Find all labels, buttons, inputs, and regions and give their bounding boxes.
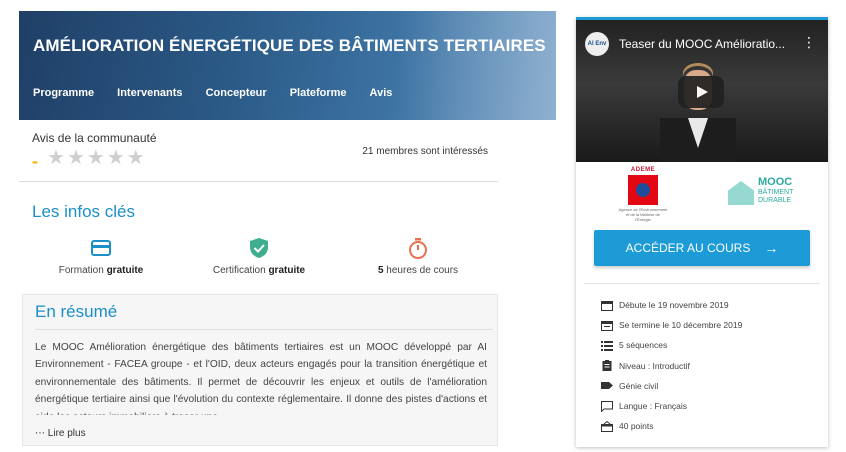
fact-language: Langue : Français — [601, 396, 742, 416]
summary-title: En résumé — [35, 302, 118, 321]
video-title[interactable]: Teaser du MOOC Amélioratio... — [619, 37, 785, 51]
nav-concepteur[interactable]: Concepteur — [206, 87, 267, 99]
ademe-name: ADEME — [630, 167, 656, 173]
speech-bubble-icon — [601, 400, 613, 412]
course-facts-list: Débute le 19 novembre 2019 Se termine le… — [601, 295, 742, 436]
info-free-training: Formation gratuite — [26, 237, 176, 276]
ademe-tagline: Agence de l'Environnement et de la Maîtr… — [618, 207, 668, 222]
community-label: Avis de la communauté — [32, 131, 157, 145]
fact-text: 40 points — [619, 421, 654, 432]
summary-text: Le MOOC Amélioration énergétique des bât… — [35, 342, 487, 415]
star-icon[interactable]: ★ — [107, 148, 125, 168]
fact-end-date: Se termine le 10 décembre 2019 — [601, 315, 742, 335]
partner-logos: ADEME Agence de l'Environnement et de la… — [576, 165, 828, 225]
rating-stars[interactable]: ★ ★ ★ ★ ★ — [47, 148, 145, 168]
more-vert-icon[interactable]: ⋮ — [802, 34, 816, 51]
star-icon[interactable]: ★ — [127, 148, 145, 168]
ademe-logo: ADEME Agence de l'Environnement et de la… — [618, 167, 668, 222]
channel-avatar[interactable]: AI Env — [585, 32, 609, 56]
fact-points: 40 points — [601, 416, 742, 436]
nav-avis[interactable]: Avis — [370, 87, 393, 99]
info-bold: gratuite — [268, 265, 306, 276]
mooc-logo-line1: MOOC — [758, 176, 793, 188]
info-bold: gratuite — [106, 265, 144, 276]
info-text: heures de cours — [383, 265, 459, 276]
shield-check-icon — [250, 238, 268, 258]
tag-icon — [601, 382, 613, 390]
stopwatch-icon — [409, 238, 427, 259]
ellipsis-icon: ⋯ — [35, 428, 48, 439]
rating-dash: - — [32, 151, 38, 171]
arrow-right-icon: → — [764, 240, 779, 256]
fact-text: 5 séquences — [619, 340, 668, 351]
fact-text: Langue : Français — [619, 401, 688, 412]
summary-panel: En résumé Le MOOC Amélioration énergétiq… — [22, 294, 498, 446]
video-player[interactable]: AI Env Teaser du MOOC Amélioratio... ⋮ — [576, 20, 828, 162]
calendar-end-icon — [601, 320, 613, 331]
fact-text: Génie civil — [619, 380, 659, 391]
read-more-label: Lire plus — [47, 428, 86, 439]
course-title: AMÉLIORATION ÉNERGÉTIQUE DES BÂTIMENTS T… — [33, 36, 546, 55]
star-icon[interactable]: ★ — [67, 148, 85, 168]
community-rating: Avis de la communauté - ★ ★ ★ ★ ★ 21 mem… — [19, 120, 498, 182]
list-icon — [601, 340, 613, 351]
summary-divider — [35, 329, 493, 330]
interested-count: 21 membres sont intéressés — [362, 146, 488, 157]
star-icon[interactable]: ★ — [87, 148, 105, 168]
side-divider — [584, 283, 820, 284]
key-info-title: Les infos clés — [32, 202, 135, 221]
access-course-label: ACCÉDER AU COURS — [625, 241, 751, 255]
course-hero-banner: AMÉLIORATION ÉNERGÉTIQUE DES BÂTIMENTS T… — [19, 11, 556, 120]
fact-text: Débute le 19 novembre 2019 — [619, 300, 729, 311]
points-icon — [601, 420, 613, 432]
nav-intervenants[interactable]: Intervenants — [117, 87, 182, 99]
ademe-emblem-icon — [628, 175, 658, 205]
calendar-icon — [601, 300, 613, 311]
fact-start-date: Débute le 19 novembre 2019 — [601, 295, 742, 315]
fact-text: Niveau : Introductif — [619, 360, 690, 371]
credit-card-icon — [91, 240, 111, 256]
fact-level: Niveau : Introductif — [601, 356, 742, 376]
info-free-certification: Certification gratuite — [184, 237, 334, 276]
mooc-logo-line2: BÂTIMENT DURABLE — [758, 189, 794, 204]
info-text: Certification — [212, 265, 269, 276]
nav-plateforme[interactable]: Plateforme — [290, 87, 347, 99]
fact-category: Génie civil — [601, 376, 742, 396]
info-hours: 5 heures de cours — [343, 237, 493, 276]
course-side-card: AI Env Teaser du MOOC Amélioratio... ⋮ A… — [576, 17, 828, 447]
access-course-button[interactable]: ACCÉDER AU COURS → — [594, 230, 810, 266]
nav-programme[interactable]: Programme — [33, 87, 94, 99]
house-icon — [728, 181, 754, 205]
fact-text: Se termine le 10 décembre 2019 — [619, 320, 743, 331]
read-more-link[interactable]: ⋯ Lire plus — [35, 428, 86, 439]
info-text: Formation — [58, 265, 107, 276]
star-icon[interactable]: ★ — [47, 148, 65, 168]
mooc-batiment-durable-logo: MOOC BÂTIMENT DURABLE — [728, 175, 808, 211]
play-button[interactable] — [678, 76, 724, 108]
fact-sequences: 5 séquences — [601, 335, 742, 355]
course-section-nav: Programme Intervenants Concepteur Platef… — [33, 87, 415, 99]
clipboard-icon — [602, 360, 612, 372]
